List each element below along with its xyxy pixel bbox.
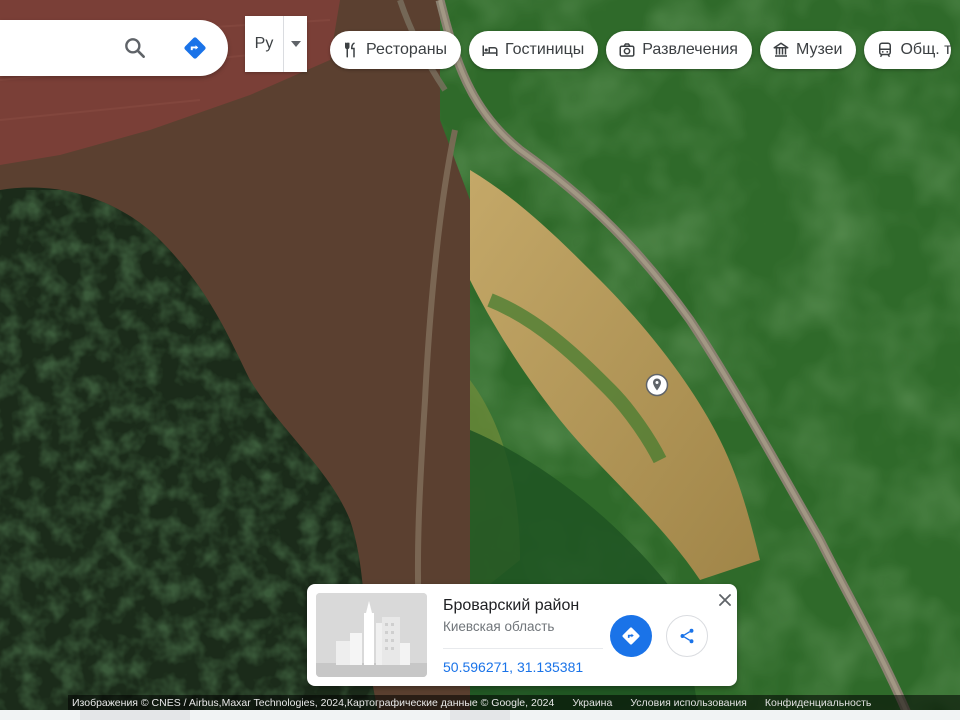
chip-label: Развлечения [642, 41, 738, 58]
chip-hotels[interactable]: Гостиницы [469, 31, 599, 69]
place-thumbnail[interactable] [316, 593, 427, 677]
chip-label: Общ. т [900, 41, 952, 58]
map-attribution: Изображения © CNES / Airbus,Maxar Techno… [68, 695, 960, 710]
language-label: Ру [254, 35, 274, 52]
bottom-strip-segment [450, 710, 510, 720]
chip-label: Гостиницы [505, 41, 585, 58]
card-divider [443, 648, 603, 649]
language-select[interactable]: Ру [245, 16, 307, 72]
camera-icon [619, 43, 635, 57]
share-icon [680, 628, 694, 644]
privacy-link[interactable]: Конфиденциальность [765, 697, 872, 709]
place-coordinates-link[interactable]: 50.596271, 31.135381 [443, 659, 583, 675]
place-subtitle: Киевская область [443, 619, 555, 634]
place-card: Броварский район Киевская область 50.596… [307, 584, 737, 686]
chip-transit[interactable]: Общ. т [864, 31, 952, 69]
chip-entertainment[interactable]: Развлечения [606, 31, 752, 69]
city-illustration-icon [316, 593, 427, 677]
card-share-button[interactable] [666, 615, 708, 657]
search-icon[interactable] [122, 35, 148, 61]
directions-icon[interactable] [182, 35, 208, 61]
search-box [0, 20, 228, 76]
chip-museums[interactable]: Музеи [759, 31, 857, 69]
terms-link[interactable]: Условия использования [630, 697, 747, 709]
search-input[interactable] [0, 20, 110, 76]
chip-restaurants[interactable]: Рестораны [330, 31, 462, 69]
chip-label: Рестораны [366, 41, 448, 58]
place-title: Броварский район [443, 597, 580, 614]
attribution-credits: Изображения © CNES / Airbus,Maxar Techno… [72, 696, 555, 709]
museum-icon [773, 42, 789, 57]
transit-icon [879, 42, 892, 58]
map-pin-icon[interactable] [645, 373, 669, 397]
chevron-down-icon[interactable] [284, 16, 307, 72]
card-directions-button[interactable] [610, 615, 652, 657]
bottom-toolbar-strip [0, 710, 960, 720]
directions-icon [622, 627, 640, 645]
category-chips: Рестораны Гостиницы Развлечения Музеи Об… [330, 31, 952, 69]
attribution-country-link[interactable]: Украина [572, 697, 612, 709]
restaurant-icon [345, 42, 355, 58]
close-icon[interactable] [715, 590, 735, 610]
hotel-icon [482, 45, 498, 56]
chip-label: Музеи [795, 41, 843, 58]
bottom-strip-segment [80, 710, 190, 720]
